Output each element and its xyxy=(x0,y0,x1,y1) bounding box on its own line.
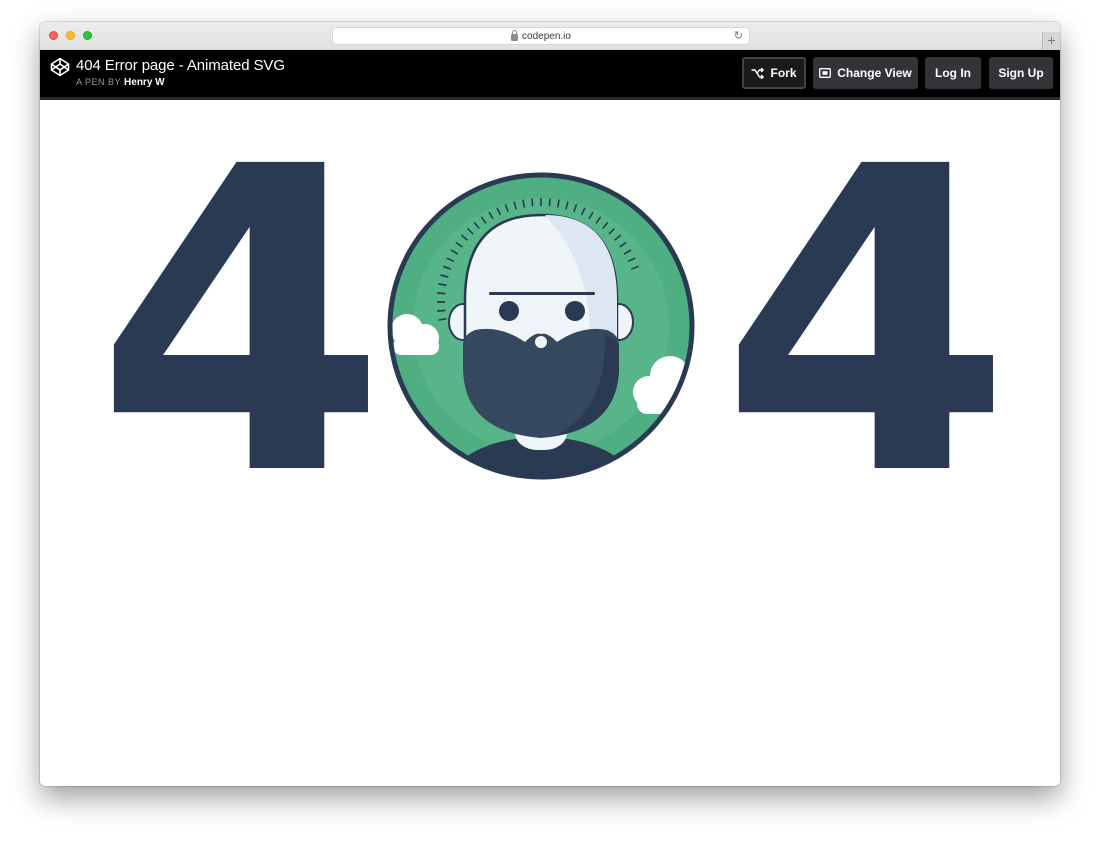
login-label: Log In xyxy=(935,66,971,80)
pen-preview: 4 4 xyxy=(40,100,1060,783)
codepen-logo-icon[interactable] xyxy=(50,57,70,77)
pen-title: 404 Error page - Animated SVG xyxy=(76,57,285,74)
halo-tick xyxy=(437,292,446,295)
new-tab-button[interactable]: + xyxy=(1042,32,1060,50)
minimize-window-button[interactable] xyxy=(66,31,75,40)
maximize-window-button[interactable] xyxy=(83,31,92,40)
close-window-button[interactable] xyxy=(49,31,58,40)
halo-tick xyxy=(437,309,446,312)
signup-label: Sign Up xyxy=(998,66,1044,80)
halo-tick xyxy=(548,198,551,207)
digit-four-right: 4 xyxy=(720,79,1012,568)
lock-icon xyxy=(511,29,519,41)
digit-four-left: 4 xyxy=(95,79,387,568)
change-view-icon xyxy=(819,68,832,78)
halo-tick xyxy=(531,198,534,207)
url-text: codepen.io xyxy=(522,30,571,42)
fork-icon xyxy=(751,67,765,79)
change-view-label: Change View xyxy=(837,66,912,80)
fork-label: Fork xyxy=(770,66,797,80)
browser-window: codepen.io ↻ + 404 Error page - Animated… xyxy=(40,22,1060,786)
reload-icon[interactable]: ↻ xyxy=(734,29,743,42)
address-bar[interactable]: codepen.io ↻ xyxy=(332,27,750,45)
window-controls xyxy=(49,31,92,40)
bearded-man-avatar-illustration xyxy=(387,172,695,480)
browser-titlebar: codepen.io ↻ + xyxy=(40,22,1060,50)
